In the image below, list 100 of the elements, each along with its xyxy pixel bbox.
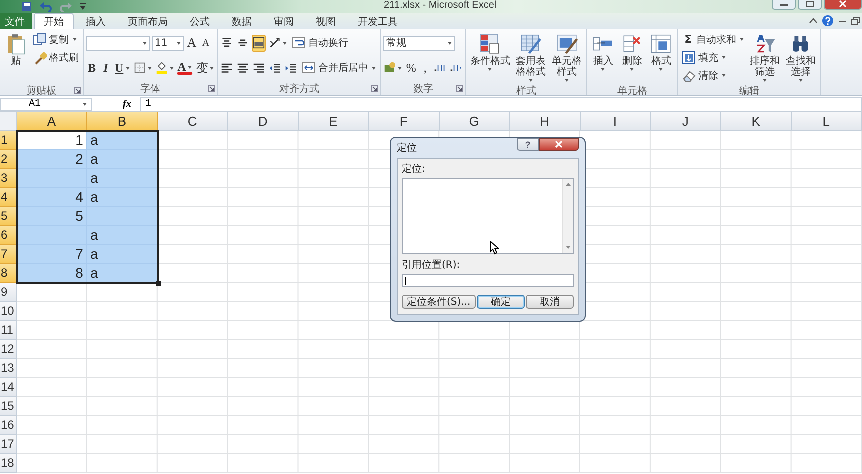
column-header[interactable]: I: [580, 112, 651, 131]
ribbon-tab[interactable]: 开始: [34, 13, 74, 29]
ribbon-button[interactable]: 删除: [618, 31, 646, 73]
ribbon-button[interactable]: 清除: [680, 68, 746, 84]
column-header[interactable]: C: [158, 112, 228, 131]
scrollbar[interactable]: [562, 179, 573, 253]
dropdown-field[interactable]: [86, 36, 150, 50]
row-header[interactable]: 3: [0, 169, 17, 188]
dialog-launcher-icon[interactable]: [456, 85, 464, 92]
help-button[interactable]: ?: [517, 138, 539, 151]
scroll-down-icon[interactable]: [566, 246, 570, 249]
ribbon-button[interactable]: 填充: [680, 50, 746, 66]
ribbon-button[interactable]: Σ 自动求和: [680, 32, 746, 48]
ribbon-button[interactable]: 插入: [589, 31, 618, 73]
cell[interactable]: 2: [17, 150, 88, 169]
dialog-launcher-icon[interactable]: [74, 87, 81, 94]
row-header[interactable]: 1: [0, 131, 17, 150]
dialog-button[interactable]: 定位条件(S)...: [402, 295, 476, 309]
ribbon-button[interactable]: 格式: [647, 31, 676, 73]
format-button[interactable]: ,: [419, 60, 432, 76]
format-button[interactable]: A: [186, 34, 198, 52]
ribbon-button[interactable]: 合并后居中: [300, 60, 378, 76]
column-header[interactable]: J: [650, 112, 722, 131]
row-header[interactable]: 18: [0, 454, 17, 473]
cell[interactable]: a: [87, 150, 158, 169]
ribbon-tab[interactable]: 开发工具: [348, 13, 408, 29]
scroll-up-icon[interactable]: [566, 183, 570, 186]
cell[interactable]: a: [87, 131, 158, 150]
cell[interactable]: 1: [17, 131, 88, 150]
column-header[interactable]: B: [87, 112, 158, 131]
cell[interactable]: [17, 226, 88, 245]
ribbon-button[interactable]: 条件格式: [468, 31, 512, 73]
ribbon-button[interactable]: 套用表格格式: [513, 31, 548, 84]
row-header[interactable]: 7: [0, 245, 17, 264]
help-icon[interactable]: [822, 15, 834, 27]
format-button[interactable]: B: [86, 60, 98, 76]
cell[interactable]: a: [87, 188, 158, 207]
cell[interactable]: 5: [17, 207, 88, 226]
row-header[interactable]: 10: [0, 302, 17, 321]
save-icon[interactable]: [22, 2, 32, 12]
ribbon-button[interactable]: 贴: [2, 31, 30, 69]
format-button[interactable]: I: [100, 60, 112, 76]
format-button[interactable]: 变: [195, 60, 216, 76]
row-header[interactable]: 11: [0, 321, 17, 340]
ribbon-tab[interactable]: 审阅: [264, 13, 304, 29]
dialog-launcher-icon[interactable]: [371, 85, 378, 92]
customize-icon[interactable]: [80, 2, 86, 10]
ribbon-button[interactable]: 自动换行: [290, 35, 350, 51]
ribbon-tab[interactable]: 文件: [0, 13, 32, 29]
ribbon-button[interactable]: 单元格样式: [549, 31, 584, 84]
cell[interactable]: 4: [17, 188, 88, 207]
row-header[interactable]: 16: [0, 416, 17, 435]
ribbon-button[interactable]: 格式刷: [31, 50, 81, 66]
close-button[interactable]: [539, 138, 579, 151]
cell[interactable]: a: [87, 264, 158, 283]
row-header[interactable]: 15: [0, 397, 17, 416]
cell[interactable]: 7: [17, 245, 88, 264]
dropdown-field[interactable]: 11: [152, 36, 184, 50]
column-header[interactable]: A: [17, 112, 88, 131]
ribbon-tab[interactable]: 页面布局: [118, 13, 178, 29]
column-header[interactable]: K: [721, 112, 792, 131]
maximize-icon[interactable]: [798, 0, 822, 10]
format-button[interactable]: A: [176, 61, 194, 75]
ribbon-button[interactable]: 排序和筛选: [747, 31, 782, 84]
format-button[interactable]: A: [200, 34, 212, 52]
row-header[interactable]: 5: [0, 207, 17, 226]
row-header[interactable]: 17: [0, 435, 17, 454]
row-header[interactable]: 6: [0, 226, 17, 245]
collapse-ribbon-icon[interactable]: [809, 17, 818, 25]
minimize-icon[interactable]: [772, 0, 796, 10]
column-header[interactable]: G: [440, 112, 510, 131]
name-box[interactable]: A1: [0, 98, 92, 110]
cell[interactable]: 8: [17, 264, 88, 283]
restore-icon[interactable]: [851, 17, 860, 25]
format-button[interactable]: %: [405, 60, 418, 76]
dialog-button[interactable]: 确定: [476, 295, 525, 309]
cell[interactable]: a: [87, 226, 158, 245]
ribbon-tab[interactable]: 插入: [76, 13, 116, 29]
row-header[interactable]: 12: [0, 340, 17, 359]
ribbon-button[interactable]: 复制: [31, 32, 81, 48]
dialog-launcher-icon[interactable]: [208, 85, 216, 92]
input-field[interactable]: [402, 274, 574, 287]
ribbon-tab[interactable]: 视图: [306, 13, 346, 29]
cell[interactable]: a: [87, 169, 158, 188]
ribbon-tab[interactable]: 数据: [222, 13, 262, 29]
column-header[interactable]: H: [510, 112, 580, 131]
cell[interactable]: [87, 207, 158, 226]
dialog-button[interactable]: 取消: [526, 295, 574, 309]
column-header[interactable]: L: [792, 112, 862, 131]
cell[interactable]: a: [87, 245, 158, 264]
ribbon-tab[interactable]: 公式: [180, 13, 220, 29]
row-header[interactable]: 8: [0, 264, 17, 283]
row-header[interactable]: 13: [0, 359, 17, 378]
row-header[interactable]: 14: [0, 378, 17, 397]
dropdown-field[interactable]: 常规: [383, 36, 456, 50]
row-header[interactable]: 2: [0, 150, 17, 169]
tool-button[interactable]: [154, 60, 175, 76]
cell[interactable]: [17, 169, 88, 188]
insert-function-button[interactable]: fx: [119, 98, 138, 110]
row-header[interactable]: 4: [0, 188, 17, 207]
